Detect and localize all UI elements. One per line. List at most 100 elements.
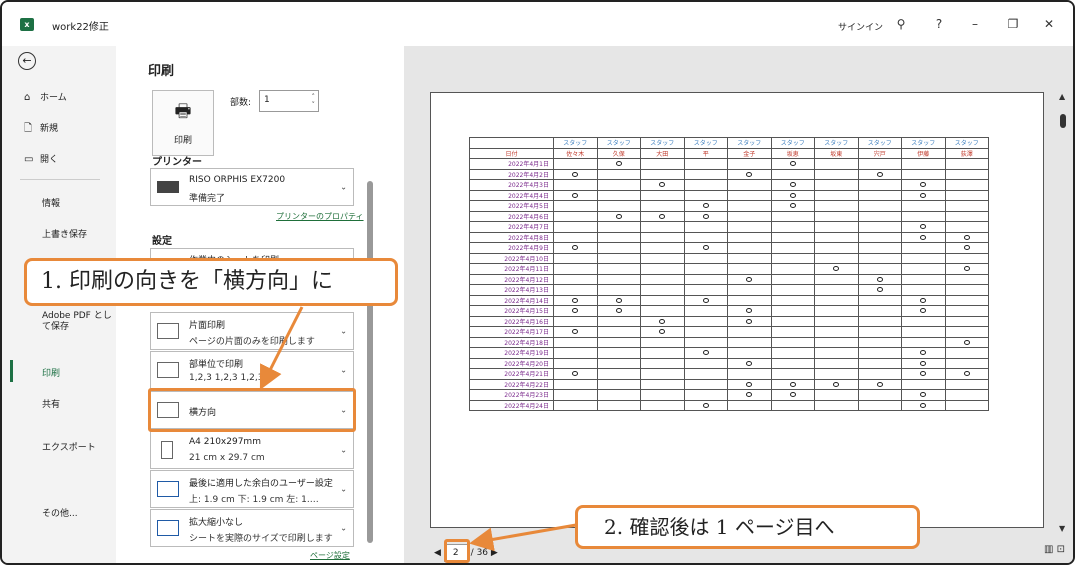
scroll-up-icon[interactable]: ▲: [1059, 92, 1065, 101]
shift-cell: [727, 273, 772, 285]
shift-cell: [683, 326, 728, 338]
back-arrow-icon[interactable]: ←: [18, 52, 36, 70]
shift-mark-icon: [789, 182, 796, 188]
close-icon[interactable]: ✕: [1040, 15, 1058, 33]
shift-mark-icon: [572, 245, 579, 251]
shift-cell: [727, 189, 772, 201]
nav-share[interactable]: 共有: [42, 397, 60, 410]
shift-cell: [770, 357, 815, 369]
header-cell: 荻澤: [944, 147, 989, 159]
shift-cell: [727, 210, 772, 222]
collate-icon: [157, 362, 179, 378]
prev-page-icon[interactable]: ◀: [434, 548, 441, 558]
nav-home[interactable]: ⌂ ホーム: [24, 90, 67, 103]
shift-cell: [727, 357, 772, 369]
table-row: 2022年4月20日: [469, 357, 989, 369]
printer-properties-link[interactable]: プリンターのプロパティ: [276, 211, 364, 222]
scroll-down-icon[interactable]: ▼: [1059, 524, 1065, 533]
nav-info[interactable]: 情報: [42, 196, 60, 209]
shift-cell: [901, 252, 946, 264]
nav-new[interactable]: 🗋 新規: [24, 121, 58, 138]
shift-cell: [683, 168, 728, 180]
shift-cell: [683, 368, 728, 380]
nav-more[interactable]: その他...: [42, 506, 78, 519]
shift-mark-icon: [615, 308, 622, 314]
restore-icon[interactable]: ❐: [1004, 15, 1022, 33]
shift-cell: [596, 210, 641, 222]
collate-select[interactable]: 部単位で印刷 1,2,3 1,2,3 1,2,3 ⌄: [150, 351, 354, 389]
show-margins-icon[interactable]: ▥: [1044, 544, 1053, 555]
next-page-icon[interactable]: ▶: [491, 548, 498, 558]
shift-mark-icon: [572, 171, 579, 177]
chevron-down-icon: ⌄: [340, 523, 347, 533]
nav-open[interactable]: ▭ 開く: [24, 152, 58, 165]
shift-cell: [901, 315, 946, 327]
shift-cell: [770, 347, 815, 359]
title-bar: x work22修正 サインイン ⚲ ? – ❐ ✕: [2, 2, 1073, 46]
shift-mark-icon: [963, 266, 970, 272]
shift-mark-icon: [702, 213, 709, 219]
nav-save[interactable]: 上書き保存: [42, 227, 87, 240]
nav-print[interactable]: 印刷: [42, 366, 60, 379]
shift-cell: [944, 368, 989, 380]
shift-cell: [944, 231, 989, 243]
shift-cell: [640, 221, 685, 233]
shift-cell: [944, 200, 989, 212]
nav-adobe-pdf[interactable]: Adobe PDF として保存: [42, 311, 112, 333]
shift-cell: [944, 284, 989, 296]
shift-cell: [901, 326, 946, 338]
table-row: 2022年4月19日: [469, 347, 989, 359]
shift-cell: [596, 347, 641, 359]
shift-cell: [944, 179, 989, 191]
coauthor-icon[interactable]: ⚲: [892, 15, 910, 33]
shift-cell: [596, 273, 641, 285]
shift-cell: [857, 368, 902, 380]
help-button[interactable]: ?: [930, 15, 948, 33]
shift-cell: [814, 273, 859, 285]
margins-select[interactable]: 最後に適用した余白のユーザー設定 上: 1.9 cm 下: 1.9 cm 左: …: [150, 470, 354, 508]
zoom-controls: ▥ ⊡: [1044, 544, 1065, 555]
copies-stepper[interactable]: 1 ˄ ˅: [259, 90, 319, 112]
preview-scroll-thumb[interactable]: [1060, 114, 1066, 128]
header-cell: 大田: [640, 147, 685, 159]
sides-select[interactable]: 片面印刷 ページの片面のみを印刷します ⌄: [150, 312, 354, 350]
shift-cell: [901, 210, 946, 222]
shift-cell: [770, 242, 815, 254]
printer-select[interactable]: RISO ORPHIS EX7200 準備完了 ⌄: [150, 168, 354, 206]
shift-cell: [640, 305, 685, 317]
shift-cell: [944, 294, 989, 306]
shift-cell: [553, 252, 598, 264]
printer-status: 準備完了: [189, 194, 226, 204]
minimize-icon[interactable]: –: [966, 15, 984, 33]
chevron-down-icon: ⌄: [340, 365, 347, 375]
shift-cell: [596, 336, 641, 348]
shift-cell: [596, 315, 641, 327]
print-button[interactable]: 🖶 印刷: [152, 90, 214, 156]
header-cell: スタッフ: [727, 137, 772, 149]
shift-cell: [553, 263, 598, 275]
shift-cell: [770, 179, 815, 191]
zoom-to-page-icon[interactable]: ⊡: [1057, 544, 1065, 555]
shift-cell: [640, 326, 685, 338]
page-setup-link[interactable]: ページ設定: [310, 550, 350, 561]
nav-export[interactable]: エクスポート: [42, 440, 96, 453]
date-cell: 2022年4月11日: [469, 263, 554, 275]
shift-cell: [640, 347, 685, 359]
shift-cell: [596, 168, 641, 180]
shift-cell: [683, 263, 728, 275]
header-cell: 坂東: [814, 147, 859, 159]
shift-cell: [944, 210, 989, 222]
shift-cell: [640, 368, 685, 380]
signin-link[interactable]: サインイン: [838, 20, 883, 33]
shift-cell: [553, 189, 598, 201]
table-row: 2022年4月17日: [469, 326, 989, 338]
panel-scrollbar[interactable]: [366, 163, 374, 558]
spinner-icon[interactable]: ˄ ˅: [312, 93, 316, 109]
shift-cell: [727, 242, 772, 254]
shift-mark-icon: [920, 350, 927, 356]
scaling-select[interactable]: 拡大縮小なし シートを実際のサイズで印刷します ⌄: [150, 509, 354, 547]
preview-scrollbar[interactable]: ▲ ▼: [1055, 90, 1073, 536]
panel-scroll-thumb[interactable]: [367, 181, 373, 543]
paper-size-select[interactable]: A4 210x297mm 21 cm x 29.7 cm ⌄: [150, 431, 354, 469]
header-cell: 伊藤: [901, 147, 946, 159]
